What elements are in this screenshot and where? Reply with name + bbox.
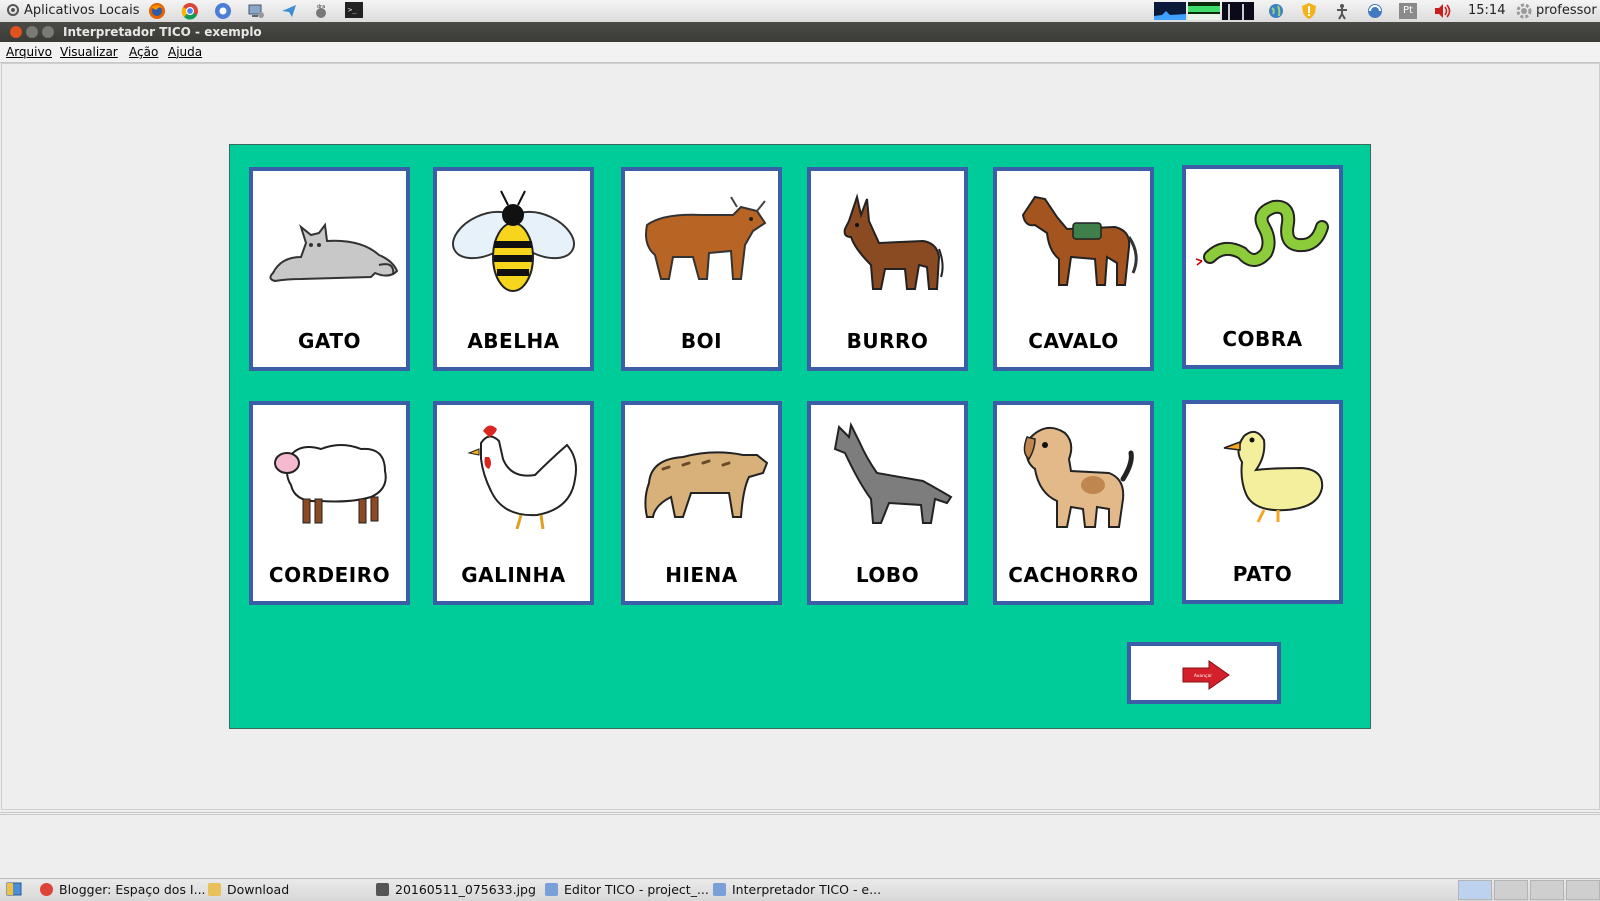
card-label: CAVALO <box>1028 329 1119 353</box>
svg-text:dra: dra <box>317 4 325 10</box>
card-pato[interactable]: PATO <box>1182 400 1343 604</box>
memory-monitor-icon <box>1188 2 1220 20</box>
update-globe-icon[interactable] <box>1366 2 1384 19</box>
card-label: COBRA <box>1222 327 1303 351</box>
applications-menu[interactable]: Aplicativos <box>24 3 95 18</box>
terminal-icon[interactable]: >_ <box>345 2 363 19</box>
clock[interactable]: 15:14 <box>1468 3 1505 18</box>
card-galinha[interactable]: GALINHA <box>433 401 594 605</box>
duck-icon <box>1223 430 1324 523</box>
status-area <box>0 812 1600 881</box>
card-label: BURRO <box>846 329 929 353</box>
accessibility-icon[interactable] <box>1333 2 1351 20</box>
task-label: Interpretador TICO - e... <box>732 882 882 897</box>
task-label: 20160511_075633.jpg <box>395 882 536 897</box>
settings-gear-icon[interactable] <box>1515 2 1533 19</box>
user-menu[interactable]: professor <box>1536 3 1597 18</box>
taskbar: Blogger: Espaço dos I... Download 201605… <box>0 878 1600 901</box>
task-label: Download <box>227 882 290 897</box>
menu-ajuda[interactable]: Ajuda <box>168 45 202 59</box>
card-cachorro[interactable]: CACHORRO <box>993 401 1154 605</box>
menu-arquivo[interactable]: Arquivo <box>6 45 52 59</box>
chromium-icon[interactable] <box>214 2 232 19</box>
tico-editor-icon <box>545 883 558 896</box>
svg-text:>_: >_ <box>348 6 357 14</box>
ox-icon <box>645 196 767 280</box>
snake-icon <box>1195 199 1329 267</box>
task-label: Editor TICO - project_... <box>564 882 709 897</box>
donkey-icon <box>843 193 944 290</box>
card-label: ABELHA <box>467 329 560 353</box>
window-title: Interpretador TICO - exemplo <box>63 25 262 39</box>
chrome-icon <box>40 883 53 896</box>
volume-icon[interactable] <box>1433 2 1451 19</box>
folder-icon <box>208 883 221 896</box>
hen-icon <box>467 425 577 529</box>
chrome-icon[interactable] <box>181 2 199 20</box>
hyena-icon <box>644 451 769 518</box>
menu-visualizar[interactable]: Visualizar <box>60 45 118 59</box>
cat-icon <box>269 222 398 283</box>
audio-app-icon[interactable]: dra <box>312 2 330 19</box>
task-interpretador-tico[interactable]: Interpretador TICO - e... <box>713 882 881 897</box>
card-boi[interactable]: BOI <box>621 167 782 371</box>
horse-icon <box>1021 195 1138 286</box>
card-label: CACHORRO <box>1008 563 1139 587</box>
task-blogger[interactable]: Blogger: Espaço dos I... <box>40 882 206 897</box>
bee-icon <box>452 190 575 292</box>
workspace-3[interactable] <box>1530 880 1564 900</box>
workspace-4[interactable] <box>1566 880 1600 900</box>
workspace-1[interactable] <box>1458 880 1492 900</box>
task-image-viewer[interactable]: 20160511_075633.jpg <box>376 882 536 897</box>
image-icon <box>376 883 389 896</box>
minimize-window-button[interactable] <box>26 26 38 38</box>
card-label: GALINHA <box>461 563 566 587</box>
card-label: CORDEIRO <box>268 563 391 587</box>
task-download[interactable]: Download <box>208 882 289 897</box>
card-label: GATO <box>298 329 361 353</box>
show-desktop-icon[interactable] <box>6 882 22 896</box>
tico-interpreter-icon <box>713 883 726 896</box>
card-cobra[interactable]: COBRA <box>1182 165 1343 369</box>
network-settings-icon[interactable] <box>247 2 265 19</box>
places-menu[interactable]: Locais <box>99 3 139 18</box>
next-button[interactable]: Avançar <box>1127 642 1281 704</box>
applications-menu-icon[interactable] <box>6 3 20 17</box>
communication-board: GATO ABELHA BOI BURRO CAVALO COBRA CORDE… <box>229 144 1371 729</box>
menu-bar: Arquivo Visualizar Ação Ajuda <box>0 42 1600 63</box>
top-panel: Aplicativos Locais dra >_ Pt 15:14 profe… <box>0 0 1600 23</box>
workspace-2[interactable] <box>1494 880 1528 900</box>
red-arrow-icon: Avançar <box>1182 660 1230 690</box>
cpu-monitor-icon <box>1154 2 1186 20</box>
next-button-label: Avançar <box>1194 673 1212 679</box>
card-label: LOBO <box>855 563 920 587</box>
card-hiena[interactable]: HIENA <box>621 401 782 605</box>
card-cordeiro[interactable]: CORDEIRO <box>249 401 410 605</box>
card-burro[interactable]: BURRO <box>807 167 968 371</box>
task-editor-tico[interactable]: Editor TICO - project_... <box>545 882 709 897</box>
lamb-icon <box>274 444 387 524</box>
network-monitor-icon <box>1222 2 1254 20</box>
keyboard-layout-indicator[interactable]: Pt <box>1399 3 1417 19</box>
card-cavalo[interactable]: CAVALO <box>993 167 1154 371</box>
close-window-button[interactable] <box>10 26 22 38</box>
firefox-icon[interactable] <box>148 2 166 19</box>
window-titlebar[interactable]: Interpretador TICO - exemplo <box>0 22 1600 42</box>
maximize-window-button[interactable] <box>42 26 54 38</box>
mail-icon[interactable] <box>280 2 298 19</box>
card-label: PATO <box>1232 562 1293 586</box>
dog-icon <box>1023 426 1134 528</box>
warning-shield-icon[interactable] <box>1300 2 1318 19</box>
wolf-icon <box>833 421 953 524</box>
card-label: HIENA <box>665 563 738 587</box>
card-lobo[interactable]: LOBO <box>807 401 968 605</box>
card-abelha[interactable]: ABELHA <box>433 167 594 371</box>
card-gato[interactable]: GATO <box>249 167 410 371</box>
task-label: Blogger: Espaço dos I... <box>59 882 206 897</box>
card-label: BOI <box>680 329 723 353</box>
globe-icon[interactable] <box>1267 2 1285 19</box>
menu-acao[interactable]: Ação <box>129 45 158 59</box>
